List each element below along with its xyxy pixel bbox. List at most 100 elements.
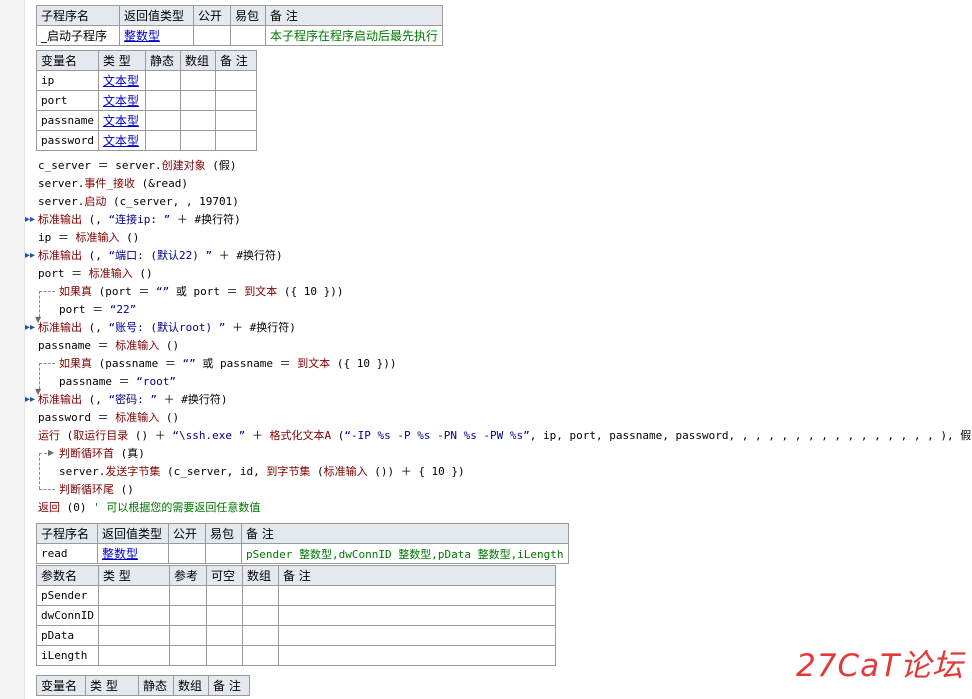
note-cell[interactable] bbox=[214, 130, 257, 151]
parameter-name-cell[interactable]: dwConnID bbox=[36, 605, 99, 626]
array-cell[interactable] bbox=[179, 90, 216, 111]
code-line[interactable]: 运行 (取运行目录 () ＋ “\ssh.exe ” ＋ 格式化文本A (“-I… bbox=[38, 427, 972, 445]
nullable-cell[interactable] bbox=[205, 585, 243, 606]
breakpoint-arrow-icon[interactable]: ▸▸ bbox=[25, 391, 35, 409]
forum-watermark: 27CaT论坛 bbox=[796, 648, 965, 684]
reference-cell[interactable] bbox=[168, 625, 207, 646]
static-cell[interactable] bbox=[144, 70, 181, 91]
reference-cell[interactable] bbox=[168, 585, 207, 606]
static-cell[interactable] bbox=[144, 110, 181, 131]
subprogram-name-cell[interactable]: _启动子程序 bbox=[36, 25, 120, 46]
header-static: 静态 bbox=[138, 675, 174, 696]
flow-connector bbox=[39, 291, 55, 292]
note-cell[interactable]: pSender 整数型,dwConnID 整数型,pData 整数型,iLeng… bbox=[241, 543, 569, 564]
array-cell[interactable] bbox=[179, 70, 216, 91]
variable-type-cell[interactable]: 文本型 bbox=[97, 130, 146, 151]
nullable-cell[interactable] bbox=[205, 645, 243, 666]
variable-name-cell[interactable]: password bbox=[36, 130, 99, 151]
note-cell[interactable] bbox=[214, 70, 257, 91]
type-cell[interactable] bbox=[97, 605, 170, 626]
header-type: 类 型 bbox=[97, 50, 146, 71]
array-cell[interactable] bbox=[241, 625, 279, 646]
header-reference: 参考 bbox=[168, 565, 207, 586]
parameter-name-cell[interactable]: pData bbox=[36, 625, 99, 646]
flow-connector bbox=[39, 291, 40, 317]
code-line[interactable]: server.启动 (c_server, , 19701) bbox=[38, 193, 239, 211]
breakpoint-arrow-icon[interactable]: ▸▸ bbox=[25, 247, 35, 265]
array-cell[interactable] bbox=[241, 585, 279, 606]
note-cell[interactable] bbox=[214, 110, 257, 131]
code-line[interactable]: 返回 (0) ' 可以根据您的需要返回任意数值 bbox=[38, 499, 260, 517]
variable-name-cell[interactable]: passname bbox=[36, 110, 99, 131]
reference-cell[interactable] bbox=[168, 645, 207, 666]
public-cell[interactable] bbox=[168, 543, 206, 564]
code-line[interactable]: port ＝ “22” bbox=[59, 301, 136, 319]
easy-package-cell[interactable] bbox=[230, 25, 266, 46]
parameter-name-cell[interactable]: pSender bbox=[36, 585, 99, 606]
loop-connector bbox=[39, 489, 55, 490]
array-cell[interactable] bbox=[241, 605, 279, 626]
type-cell[interactable] bbox=[97, 645, 170, 666]
subprogram-name-cell[interactable]: read bbox=[36, 543, 98, 564]
code-line[interactable]: port ＝ 标准输入 () bbox=[38, 265, 153, 283]
code-line[interactable]: server.事件_接收 (&read) bbox=[38, 175, 188, 193]
breakpoint-arrow-icon[interactable]: ▸▸ bbox=[25, 319, 35, 337]
variable-name-cell[interactable]: port bbox=[36, 90, 99, 111]
return-type-cell[interactable]: 整数型 bbox=[97, 543, 169, 564]
static-cell[interactable] bbox=[144, 130, 181, 151]
static-cell[interactable] bbox=[144, 90, 181, 111]
array-cell[interactable] bbox=[241, 645, 279, 666]
array-cell[interactable] bbox=[179, 110, 216, 131]
nullable-cell[interactable] bbox=[205, 625, 243, 646]
parameter-name-cell[interactable]: iLength bbox=[36, 645, 99, 666]
array-cell[interactable] bbox=[179, 130, 216, 151]
code-line[interactable]: 标准输出 (, “端口: (默认22) ” ＋ #换行符) bbox=[38, 247, 283, 265]
header-note: 备 注 bbox=[214, 50, 257, 71]
header-variable-name: 变量名 bbox=[36, 675, 86, 696]
variable-type-cell[interactable]: 文本型 bbox=[97, 70, 146, 91]
variable-type-cell[interactable]: 文本型 bbox=[97, 110, 146, 131]
code-line[interactable]: 判断循环尾 () bbox=[59, 481, 134, 499]
flow-connector bbox=[39, 363, 40, 389]
type-cell[interactable] bbox=[97, 585, 170, 606]
code-line[interactable]: passname ＝ “root” bbox=[59, 373, 176, 391]
header-subprogram-name: 子程序名 bbox=[36, 5, 120, 26]
flow-arrow-icon: ▶ bbox=[48, 448, 55, 457]
nullable-cell[interactable] bbox=[205, 605, 243, 626]
code-line[interactable]: 如果真 (port ＝ “” 或 port ＝ 到文本 ({ 10 })) bbox=[59, 283, 343, 301]
public-cell[interactable] bbox=[193, 25, 231, 46]
line-gutter bbox=[0, 0, 25, 699]
return-type-cell[interactable]: 整数型 bbox=[119, 25, 194, 46]
header-parameter-name: 参数名 bbox=[36, 565, 99, 586]
note-cell[interactable] bbox=[277, 605, 556, 626]
code-line[interactable]: 判断循环首 (真) bbox=[59, 445, 145, 463]
code-line[interactable]: 标准输出 (, “密码: ” ＋ #换行符) bbox=[38, 391, 228, 409]
code-line[interactable]: c_server ＝ server.创建对象 (假) bbox=[38, 157, 236, 175]
variables-table: 变量名 类 型 静态 数组 备 注 bbox=[36, 675, 250, 696]
header-return-type: 返回值类型 bbox=[97, 523, 169, 544]
reference-cell[interactable] bbox=[168, 605, 207, 626]
code-line[interactable]: password ＝ 标准输入 () bbox=[38, 409, 179, 427]
note-cell[interactable] bbox=[277, 645, 556, 666]
variable-name-cell[interactable]: ip bbox=[36, 70, 99, 91]
note-cell[interactable]: 本子程序在程序启动后最先执行 bbox=[264, 25, 444, 46]
header-return-type: 返回值类型 bbox=[119, 5, 194, 26]
code-line[interactable]: server.发送字节集 (c_server, id, 到字节集 (标准输入 (… bbox=[59, 463, 465, 481]
flow-connector bbox=[39, 363, 55, 364]
breakpoint-arrow-icon[interactable]: ▸▸ bbox=[25, 211, 35, 229]
subprogram-read-table: 子程序名 返回值类型 公开 易包 备 注 read 整数型 pSender 整数… bbox=[36, 523, 569, 564]
code-line[interactable]: ip ＝ 标准输入 () bbox=[38, 229, 139, 247]
type-cell[interactable] bbox=[97, 625, 170, 646]
note-cell[interactable] bbox=[214, 90, 257, 111]
note-cell[interactable] bbox=[277, 585, 556, 606]
easy-package-cell[interactable] bbox=[205, 543, 242, 564]
header-note: 备 注 bbox=[264, 5, 444, 26]
code-line[interactable]: 标准输出 (, “连接ip: ” ＋ #换行符) bbox=[38, 211, 241, 229]
variable-type-cell[interactable]: 文本型 bbox=[97, 90, 146, 111]
note-cell[interactable] bbox=[277, 625, 556, 646]
header-public: 公开 bbox=[168, 523, 206, 544]
header-note: 备 注 bbox=[208, 675, 250, 696]
code-line[interactable]: 如果真 (passname ＝ “” 或 passname ＝ 到文本 ({ 1… bbox=[59, 355, 396, 373]
code-line[interactable]: 标准输出 (, “账号: (默认root) ” ＋ #换行符) bbox=[38, 319, 296, 337]
code-line[interactable]: passname ＝ 标准输入 () bbox=[38, 337, 179, 355]
